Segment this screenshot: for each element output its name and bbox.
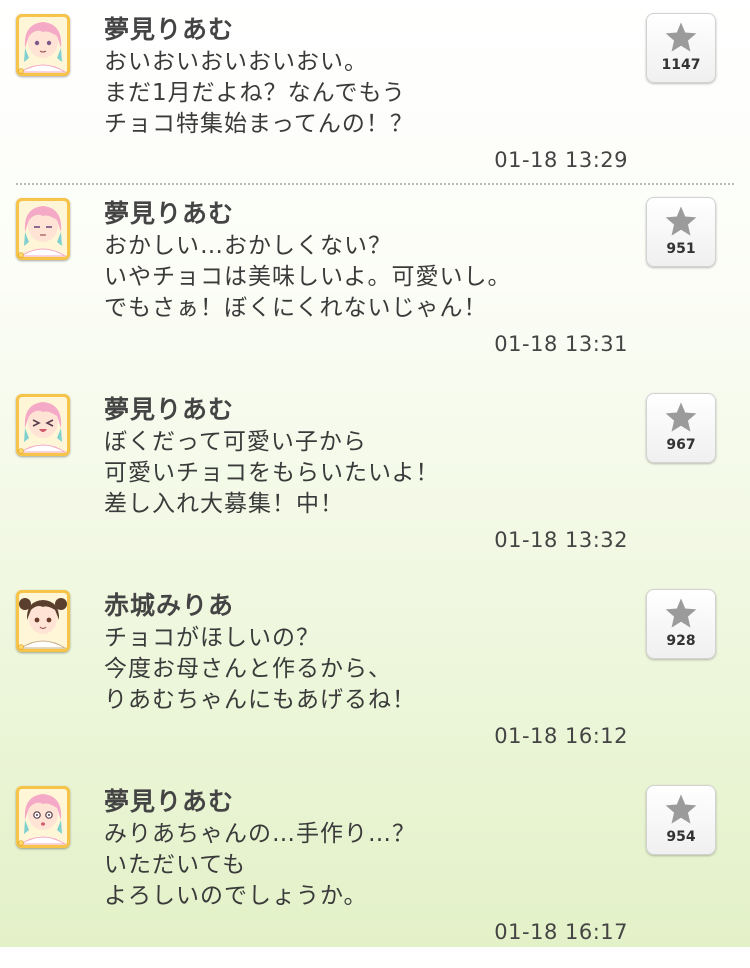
like-count: 954 xyxy=(666,829,696,845)
avatar[interactable] xyxy=(16,590,70,652)
timestamp: 01-18 13:31 xyxy=(494,332,628,356)
pink-hair-avatar-icon xyxy=(16,198,70,260)
message-post: 夢見りあむ ぼくだって可愛い子から 可愛いチョコをもらいたいよ！ 差し入れ大募集… xyxy=(0,380,750,576)
pink-hair-avatar-icon xyxy=(16,786,70,848)
message-text: チョコがほしいの？ 今度お母さんと作るから、 りあむちゃんにもあげるね！ xyxy=(104,623,624,716)
avatar[interactable] xyxy=(16,786,70,848)
message-line: よろしいのでしょうか。 xyxy=(104,883,368,909)
author-name: 夢見りあむ xyxy=(104,787,235,816)
timestamp: 01-18 13:32 xyxy=(494,528,628,552)
timestamp: 01-18 16:17 xyxy=(494,920,628,944)
like-button[interactable]: 951 xyxy=(646,197,716,267)
message-line: おいおいおいおいおい。 xyxy=(104,49,368,75)
message-text: みりあちゃんの…手作り…？ いただいても よろしいのでしょうか。 xyxy=(104,819,624,912)
message-text: おかしい…おかしくない？ いやチョコは美味しいよ。可愛いし。 でもさぁ！ぼくにく… xyxy=(104,231,624,324)
like-button[interactable]: 1147 xyxy=(646,13,716,83)
like-count: 967 xyxy=(666,437,696,453)
author-name: 夢見りあむ xyxy=(104,199,235,228)
message-line: まだ1月だよね？なんでもう xyxy=(104,80,406,106)
message-line: おかしい…おかしくない？ xyxy=(104,233,392,259)
message-line: ぼくだって可愛い子から xyxy=(104,429,367,455)
message-line: いやチョコは美味しいよ。可愛いし。 xyxy=(104,264,512,290)
author-name: 夢見りあむ xyxy=(104,15,235,44)
message-line: みりあちゃんの…手作り…？ xyxy=(104,821,416,847)
message-feed: 夢見りあむ おいおいおいおいおい。 まだ1月だよね？なんでもう チョコ特集始まっ… xyxy=(0,0,750,947)
message-line: でもさぁ！ぼくにくれないじゃん！ xyxy=(104,295,488,321)
timestamp: 01-18 13:29 xyxy=(494,148,628,172)
like-button[interactable]: 928 xyxy=(646,589,716,659)
like-button[interactable]: 967 xyxy=(646,393,716,463)
timestamp: 01-18 16:12 xyxy=(494,724,628,748)
star-icon xyxy=(665,402,697,432)
message-text: おいおいおいおいおい。 まだ1月だよね？なんでもう チョコ特集始まってんの！？ xyxy=(104,47,624,140)
star-icon xyxy=(665,794,697,824)
avatar[interactable] xyxy=(16,14,70,76)
like-count: 1147 xyxy=(661,57,701,73)
author-name: 赤城みりあ xyxy=(104,591,235,620)
message-post: 夢見りあむ おかしい…おかしくない？ いやチョコは美味しいよ。可愛いし。 でもさ… xyxy=(0,184,750,380)
message-line: 差し入れ大募集！中！ xyxy=(104,491,344,517)
pink-hair-avatar-icon xyxy=(16,394,70,456)
message-line: りあむちゃんにもあげるね！ xyxy=(104,687,416,713)
author-name: 夢見りあむ xyxy=(104,395,235,424)
like-count: 951 xyxy=(666,241,696,257)
message-line: 可愛いチョコをもらいたいよ！ xyxy=(104,460,440,486)
like-count: 928 xyxy=(666,633,696,649)
message-line: チョコ特集始まってんの！？ xyxy=(104,111,414,137)
message-line: 今度お母さんと作るから、 xyxy=(104,656,392,682)
star-icon xyxy=(665,206,697,236)
brown-hair-avatar-icon xyxy=(16,590,70,652)
pink-hair-avatar-icon xyxy=(16,14,70,76)
avatar[interactable] xyxy=(16,198,70,260)
star-icon xyxy=(665,22,697,52)
message-line: チョコがほしいの？ xyxy=(104,625,320,651)
avatar[interactable] xyxy=(16,394,70,456)
message-post: 夢見りあむ おいおいおいおいおい。 まだ1月だよね？なんでもう チョコ特集始まっ… xyxy=(0,0,750,196)
like-button[interactable]: 954 xyxy=(646,785,716,855)
message-post: 夢見りあむ みりあちゃんの…手作り…？ いただいても よろしいのでしょうか。 0… xyxy=(0,772,750,968)
message-text: ぼくだって可愛い子から 可愛いチョコをもらいたいよ！ 差し入れ大募集！中！ xyxy=(104,427,624,520)
star-icon xyxy=(665,598,697,628)
message-post: 赤城みりあ チョコがほしいの？ 今度お母さんと作るから、 りあむちゃんにもあげる… xyxy=(0,576,750,772)
message-line: いただいても xyxy=(104,852,247,878)
